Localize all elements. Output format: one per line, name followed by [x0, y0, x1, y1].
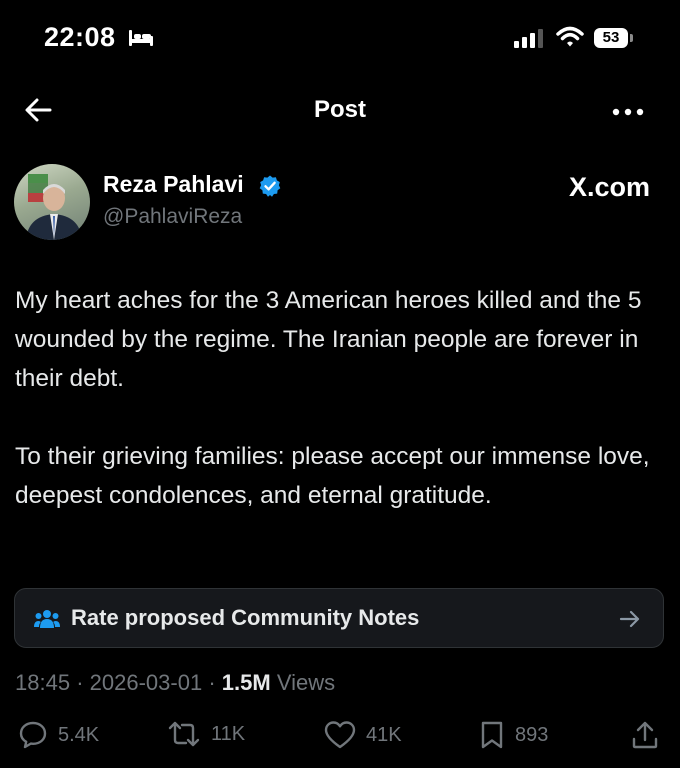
battery-indicator: 53	[594, 28, 628, 48]
post-paragraph: My heart aches for the 3 American heroes…	[15, 287, 642, 392]
repost-button[interactable]: 11K	[167, 720, 245, 748]
post-paragraph: To their grieving families: please accep…	[15, 443, 650, 509]
meta-separator: ·	[76, 670, 84, 695]
avatar[interactable]	[14, 164, 90, 240]
community-notes-button[interactable]: Rate proposed Community Notes	[14, 588, 664, 648]
views-label: Views	[276, 670, 336, 695]
status-time: 22:08	[44, 22, 116, 52]
repost-icon	[168, 721, 200, 747]
reply-icon	[19, 721, 47, 749]
repost-count: 11K	[211, 722, 246, 745]
like-count: 41K	[366, 723, 402, 746]
source-label: X.com	[568, 172, 650, 202]
verified-badge-icon	[258, 174, 282, 203]
reply-button[interactable]: 5.4K	[18, 720, 99, 750]
post-meta: 18:45 · 2026-03-01 · 1.5M Views	[15, 670, 335, 696]
community-notes-label: Rate proposed Community Notes	[71, 605, 420, 630]
views-count[interactable]: 1.5M	[222, 670, 271, 695]
heart-icon	[324, 721, 356, 749]
post-date: 2026-03-01	[89, 670, 203, 695]
community-notes-icon	[34, 608, 60, 635]
bookmark-icon	[481, 721, 503, 749]
meta-separator: ·	[208, 670, 216, 695]
author-name[interactable]: Reza Pahlavi	[103, 171, 244, 198]
signal-icon	[514, 28, 544, 53]
reply-count: 5.4K	[58, 723, 100, 746]
wifi-icon	[556, 26, 584, 53]
arrow-right-icon	[619, 609, 641, 634]
post-time: 18:45	[15, 670, 71, 695]
like-button[interactable]: 41K	[324, 720, 402, 750]
author-handle[interactable]: @PahlaviReza	[103, 205, 242, 229]
more-options-icon[interactable]	[612, 104, 644, 122]
page-title: Post	[313, 96, 366, 123]
share-button[interactable]	[631, 720, 659, 750]
bookmark-count: 893	[515, 723, 549, 746]
bookmark-button[interactable]: 893	[479, 720, 548, 750]
sleep-focus-icon	[128, 28, 154, 53]
share-icon	[632, 721, 658, 749]
battery-nub	[630, 34, 633, 42]
